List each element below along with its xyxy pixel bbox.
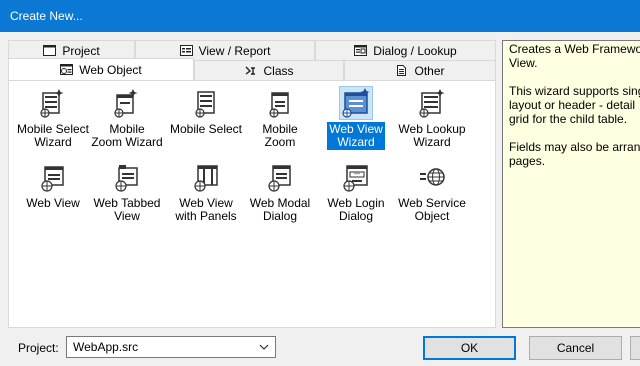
mobile-select-wizard-icon (37, 87, 69, 119)
tab-web-object-label: Web Object (79, 62, 142, 77)
svg-text:***: *** (354, 172, 360, 177)
item-web-service-object[interactable]: Web Service Object (395, 161, 469, 224)
item-web-modal-dialog[interactable]: Web Modal Dialog (243, 161, 317, 224)
tab-view-report-label: View / Report (198, 43, 271, 58)
description-panel: Creates a Web Frameworl View. This wizar… (502, 40, 640, 328)
tab-project-label: Project (62, 43, 100, 58)
window-icon (43, 45, 57, 56)
web-view-wizard-icon (339, 86, 373, 120)
web-view-icon (37, 161, 69, 193)
partial-button[interactable] (630, 336, 640, 360)
tab-other-label: Other (414, 63, 445, 78)
item-web-login-dialog[interactable]: *** Web Login Dialog (319, 161, 393, 224)
chevron-down-icon (259, 337, 269, 357)
dialog-icon (354, 45, 368, 56)
tab-view-report[interactable]: View / Report (135, 40, 315, 60)
form-icon (179, 45, 193, 56)
ok-button-label: OK (460, 341, 479, 355)
item-label: Web View Wizard (327, 122, 385, 150)
ok-button[interactable]: OK (423, 336, 516, 360)
tab-dialog-lookup-label: Dialog / Lookup (373, 43, 457, 58)
web-modal-dialog-icon (264, 161, 296, 193)
item-web-tabbed-view[interactable]: Web Tabbed View (90, 161, 164, 224)
item-label: Web Modal Dialog (249, 196, 311, 223)
web-tabbed-view-icon (111, 161, 143, 193)
item-label: Web Lookup Wizard (398, 122, 466, 149)
web-view-panels-icon (190, 161, 222, 193)
document-icon (395, 65, 408, 76)
cancel-button-label: Cancel (556, 341, 595, 355)
item-label: Mobile Zoom Wizard (91, 122, 163, 149)
mobile-select-icon (190, 87, 222, 119)
item-web-view[interactable]: Web View (16, 161, 90, 211)
cancel-button[interactable]: Cancel (529, 336, 622, 360)
web-service-object-icon (416, 161, 448, 193)
items-panel: Mobile Select Wizard Mobile Zoom Wizard … (8, 80, 496, 328)
project-select[interactable]: WebApp.src (66, 336, 276, 358)
web-lookup-wizard-icon (416, 87, 448, 119)
class-icon (244, 65, 257, 76)
item-mobile-select-wizard[interactable]: Mobile Select Wizard (16, 87, 90, 150)
web-login-dialog-icon: *** (340, 161, 372, 193)
item-web-lookup-wizard[interactable]: Web Lookup Wizard (395, 87, 469, 150)
project-select-value: WebApp.src (73, 340, 139, 354)
project-label: Project: (18, 341, 59, 355)
tab-class[interactable]: Class (194, 60, 344, 80)
tab-dialog-lookup[interactable]: Dialog / Lookup (315, 40, 496, 60)
item-mobile-zoom[interactable]: Mobile Zoom (243, 87, 317, 150)
item-label: Web Login Dialog (327, 196, 385, 223)
item-label: Web Service Object (398, 196, 466, 223)
item-label: Web Tabbed View (93, 196, 161, 223)
tab-project[interactable]: Project (8, 40, 135, 60)
mobile-zoom-icon (264, 87, 296, 119)
item-label: Mobile Select (169, 122, 243, 136)
tab-strip: Project View / Report Dialog / Lookup We… (8, 40, 496, 80)
tab-class-label: Class (263, 63, 294, 78)
tab-other[interactable]: Other (344, 60, 496, 80)
item-label: Web View (26, 196, 80, 210)
mobile-zoom-wizard-icon (111, 87, 143, 119)
web-form-icon (60, 64, 74, 75)
item-web-view-panels[interactable]: Web View with Panels (169, 161, 243, 224)
item-mobile-select[interactable]: Mobile Select (166, 87, 246, 137)
item-mobile-zoom-wizard[interactable]: Mobile Zoom Wizard (90, 87, 164, 150)
window-title: Create New... (10, 9, 83, 23)
item-label: Web View with Panels (175, 196, 237, 223)
item-web-view-wizard[interactable]: Web View Wizard (319, 86, 393, 150)
window-title-bar[interactable]: Create New... (0, 0, 640, 32)
tab-web-object[interactable]: Web Object (8, 58, 194, 80)
item-label: Mobile Zoom (262, 122, 298, 149)
item-label: Mobile Select Wizard (16, 122, 90, 149)
